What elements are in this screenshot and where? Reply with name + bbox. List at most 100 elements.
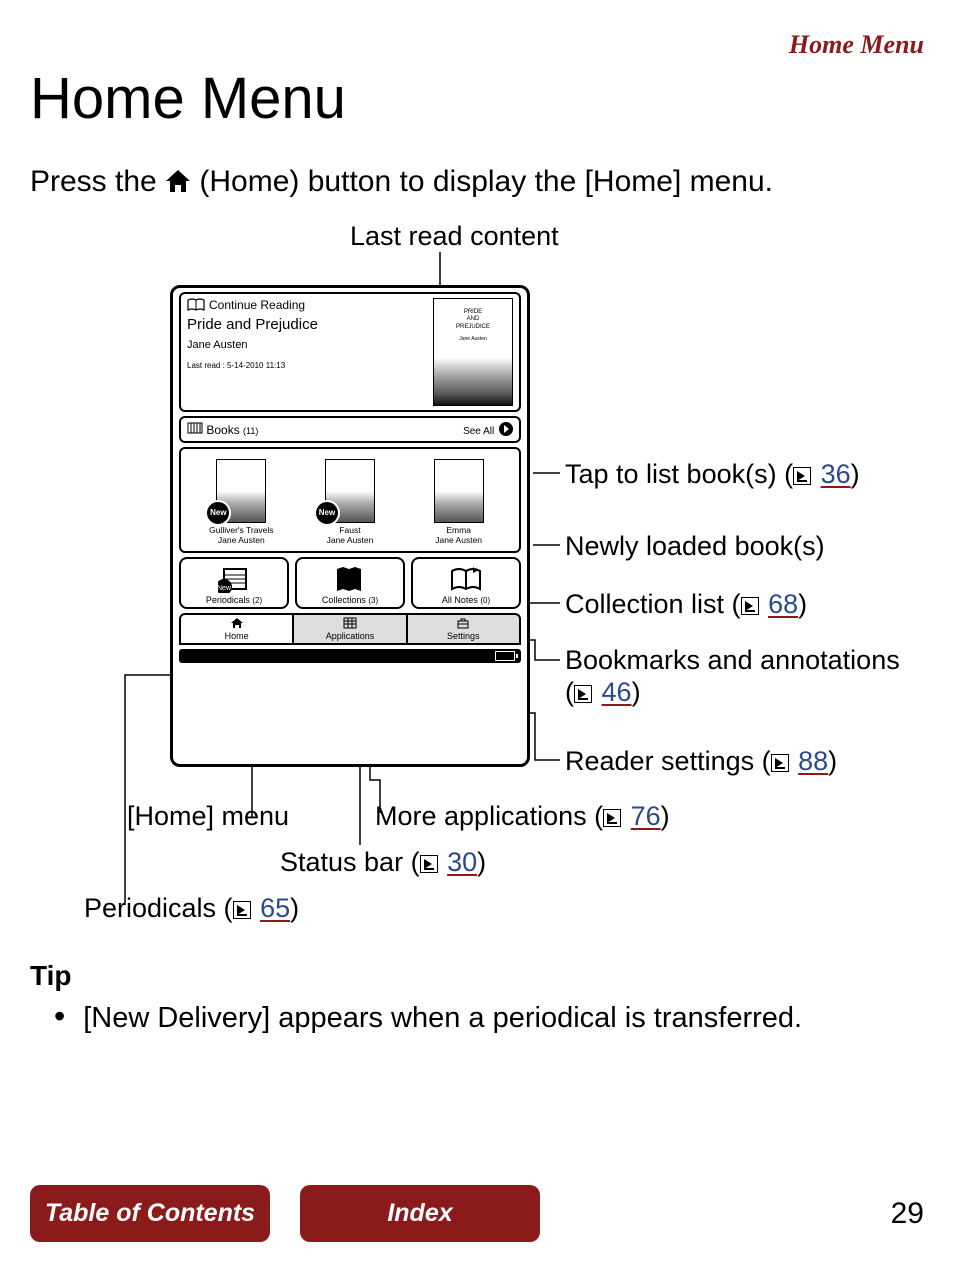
link-page-68[interactable]: 68 xyxy=(768,589,798,619)
cover-author: Jane Austen xyxy=(434,336,512,343)
callout-more-apps-text: More applications ( xyxy=(375,801,603,831)
thumb-author: Jane Austen xyxy=(201,535,281,545)
callout-last-read: Last read content xyxy=(350,220,559,252)
page-ref-icon xyxy=(574,685,592,703)
button-icon xyxy=(297,563,403,595)
button-icon xyxy=(413,563,519,595)
header-section-link[interactable]: Home Menu xyxy=(30,30,924,60)
book-thumb: Emma Jane Austen xyxy=(419,459,499,545)
page-title: Home Menu xyxy=(30,65,924,132)
device-screen: Continue Reading Pride and Prejudice Jan… xyxy=(170,285,530,767)
callout-bookmarks-prefix: ( xyxy=(565,677,574,707)
books-label: Books xyxy=(206,423,239,437)
intro-suffix: (Home) button to display the [Home] menu… xyxy=(199,165,773,198)
tip-heading: Tip xyxy=(30,960,924,992)
index-button[interactable]: Index xyxy=(300,1185,540,1242)
nav-icon xyxy=(408,617,519,631)
thumb-cover: New xyxy=(325,459,375,523)
thumb-cover xyxy=(434,459,484,523)
callout-tap-list-text: Tap to list book(s) ( xyxy=(565,459,793,489)
link-page-30[interactable]: 30 xyxy=(447,847,477,877)
link-page-36[interactable]: 36 xyxy=(821,459,851,489)
nav-icon xyxy=(294,617,405,631)
link-page-88[interactable]: 88 xyxy=(798,746,828,776)
callout-suffix: ) xyxy=(828,746,837,776)
current-book-title: Pride and Prejudice xyxy=(187,316,425,333)
page-ref-icon xyxy=(793,467,811,485)
callout-suffix: ) xyxy=(290,893,299,923)
callout-collection: Collection list ( 68) xyxy=(565,588,807,620)
nav-icon xyxy=(181,617,292,631)
intro-text: Press the (Home) button to display the [… xyxy=(30,162,924,205)
book-open-icon xyxy=(187,298,205,312)
home-icon xyxy=(165,164,191,205)
button-label: Periodicals xyxy=(206,595,250,605)
book-cover: PRIDEANDPREJUDICE Jane Austen xyxy=(433,298,513,406)
callout-status-text: Status bar ( xyxy=(280,847,420,877)
button-count: (2) xyxy=(252,596,262,605)
menu-button-all-notes: All Notes (0) xyxy=(411,557,521,609)
button-label: Collections xyxy=(322,595,366,605)
books-thumbnails: New Gulliver's Travels Jane Austen New F… xyxy=(179,447,521,553)
callout-suffix: ) xyxy=(798,589,807,619)
thumb-title: Gulliver's Travels xyxy=(201,525,281,535)
svg-text:New: New xyxy=(218,585,232,592)
nav-bar: HomeApplicationsSettings xyxy=(179,613,521,645)
link-page-46[interactable]: 46 xyxy=(602,677,632,707)
thumb-author: Jane Austen xyxy=(419,535,499,545)
book-thumb: New Gulliver's Travels Jane Austen xyxy=(201,459,281,545)
thumb-title: Emma xyxy=(419,525,499,535)
callout-suffix: ) xyxy=(661,801,670,831)
arrow-right-icon xyxy=(499,422,513,436)
callout-reader-settings: Reader settings ( 88) xyxy=(565,745,837,777)
callout-newly-loaded: Newly loaded book(s) xyxy=(565,530,825,562)
nav-home: Home xyxy=(179,613,293,645)
new-badge: New xyxy=(314,500,340,526)
books-count: (11) xyxy=(243,426,258,436)
callout-bookmarks: Bookmarks and annotations ( 46) xyxy=(565,644,900,709)
page-number: 29 xyxy=(891,1197,924,1231)
menu-button-collections: Collections (3) xyxy=(295,557,405,609)
button-count: (3) xyxy=(368,596,378,605)
continue-reading-panel: Continue Reading Pride and Prejudice Jan… xyxy=(179,292,521,412)
see-all-link: See All xyxy=(463,422,513,437)
menu-button-periodicals: New Periodicals (2) xyxy=(179,557,289,609)
last-read-timestamp: Last read : 5-14-2010 11:13 xyxy=(187,361,425,370)
continue-reading-header: Continue Reading xyxy=(187,298,425,312)
footer: Table of Contents Index 29 xyxy=(30,1185,924,1242)
thumb-author: Jane Austen xyxy=(310,535,390,545)
callout-settings-text: Reader settings ( xyxy=(565,746,771,776)
toc-button[interactable]: Table of Contents xyxy=(30,1185,270,1242)
thumb-title: Faust xyxy=(310,525,390,535)
button-icon: New xyxy=(181,563,287,595)
button-label: All Notes xyxy=(442,595,478,605)
nav-label: Home xyxy=(181,631,292,641)
intro-prefix: Press the xyxy=(30,165,165,198)
callout-suffix: ) xyxy=(477,847,486,877)
tip-body: [New Delivery] appears when a periodical… xyxy=(30,998,924,1035)
callout-periodicals: Periodicals ( 65) xyxy=(84,892,299,924)
callout-home-menu: [Home] menu xyxy=(127,800,289,832)
page-ref-icon xyxy=(233,901,251,919)
book-thumb: New Faust Jane Austen xyxy=(310,459,390,545)
shelf-icon xyxy=(187,422,203,434)
callout-suffix: ) xyxy=(851,459,860,489)
callout-more-apps: More applications ( 76) xyxy=(375,800,670,832)
see-all-label: See All xyxy=(463,426,494,437)
diagram: Last read content Tap to list book(s) ( … xyxy=(30,220,924,940)
link-page-65[interactable]: 65 xyxy=(260,893,290,923)
callout-tap-list: Tap to list book(s) ( 36) xyxy=(565,458,860,490)
nav-label: Settings xyxy=(408,631,519,641)
nav-applications: Applications xyxy=(293,613,406,645)
page-ref-icon xyxy=(603,809,621,827)
callout-collection-text: Collection list ( xyxy=(565,589,741,619)
callout-suffix: ) xyxy=(632,677,641,707)
button-count: (0) xyxy=(480,596,490,605)
page-ref-icon xyxy=(741,597,759,615)
callout-status-bar: Status bar ( 30) xyxy=(280,846,486,878)
books-header-row: Books (11) See All xyxy=(179,416,521,443)
callout-bookmarks-line1: Bookmarks and annotations xyxy=(565,645,900,675)
callout-periodicals-text: Periodicals ( xyxy=(84,893,233,923)
link-page-76[interactable]: 76 xyxy=(631,801,661,831)
page-ref-icon xyxy=(771,754,789,772)
